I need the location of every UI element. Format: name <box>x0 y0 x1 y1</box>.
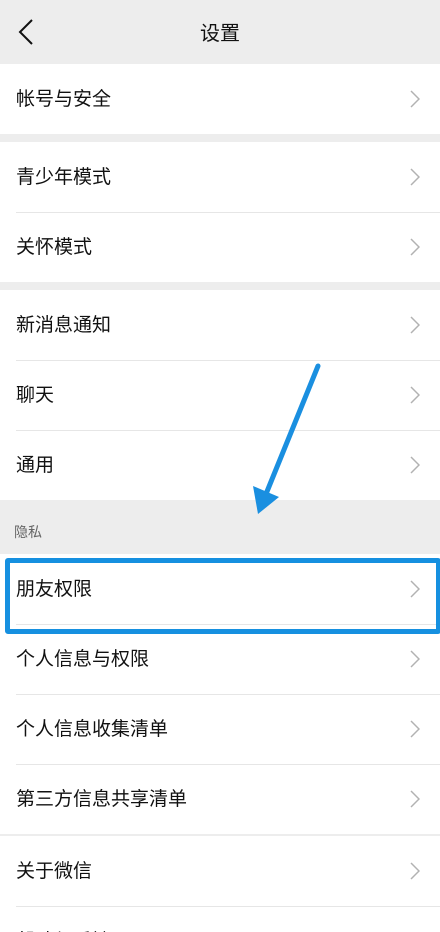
nav-bar: 设置 <box>0 0 440 64</box>
chevron-right-icon <box>410 456 420 474</box>
settings-item-about-wechat[interactable]: 关于微信 <box>0 836 440 906</box>
settings-item-label: 个人信息收集清单 <box>16 718 169 740</box>
chevron-right-icon <box>410 316 420 334</box>
settings-item-teen-mode[interactable]: 青少年模式 <box>0 142 440 212</box>
settings-item-help-feedback[interactable]: 帮助与反馈 <box>0 906 440 932</box>
settings-item-general[interactable]: 通用 <box>0 430 440 500</box>
settings-group-modes: 青少年模式 关怀模式 <box>0 142 440 282</box>
settings-item-chat[interactable]: 聊天 <box>0 360 440 430</box>
divider <box>16 430 440 431</box>
highlight-box <box>5 558 440 634</box>
page-title: 设置 <box>200 21 240 45</box>
chevron-right-icon <box>410 650 420 668</box>
settings-group-general: 新消息通知 聊天 通用 <box>0 290 440 500</box>
chevron-right-icon <box>410 238 420 256</box>
settings-item-notifications[interactable]: 新消息通知 <box>0 290 440 360</box>
settings-item-label: 个人信息与权限 <box>16 648 150 670</box>
divider <box>16 360 440 361</box>
chevron-right-icon <box>410 90 420 108</box>
chevron-right-icon <box>410 720 420 738</box>
settings-item-label: 关于微信 <box>16 860 93 882</box>
settings-item-label: 新消息通知 <box>16 314 112 336</box>
settings-item-personal-info-list[interactable]: 个人信息收集清单 <box>0 694 440 764</box>
settings-item-label: 通用 <box>16 454 55 476</box>
settings-item-label: 关怀模式 <box>16 236 93 258</box>
chevron-right-icon <box>410 386 420 404</box>
settings-item-label: 帐号与安全 <box>16 88 112 110</box>
chevron-right-icon <box>410 168 420 186</box>
chevron-right-icon <box>410 862 420 880</box>
settings-item-third-party-sharing[interactable]: 第三方信息共享清单 <box>0 764 440 834</box>
settings-item-label: 第三方信息共享清单 <box>16 788 188 810</box>
settings-item-label: 聊天 <box>16 384 55 406</box>
section-label-privacy: 隐私 <box>14 525 42 541</box>
settings-item-label: 帮助与反馈 <box>16 906 111 932</box>
settings-item-account-security[interactable]: 帐号与安全 <box>0 64 440 134</box>
settings-item-care-mode[interactable]: 关怀模式 <box>0 212 440 282</box>
settings-item-label: 青少年模式 <box>16 166 112 188</box>
chevron-right-icon <box>410 790 420 808</box>
settings-group-about: 关于微信 帮助与反馈 <box>0 836 440 932</box>
settings-item-personal-info-permissions[interactable]: 个人信息与权限 <box>0 624 440 694</box>
settings-group-account: 帐号与安全 <box>0 64 440 134</box>
